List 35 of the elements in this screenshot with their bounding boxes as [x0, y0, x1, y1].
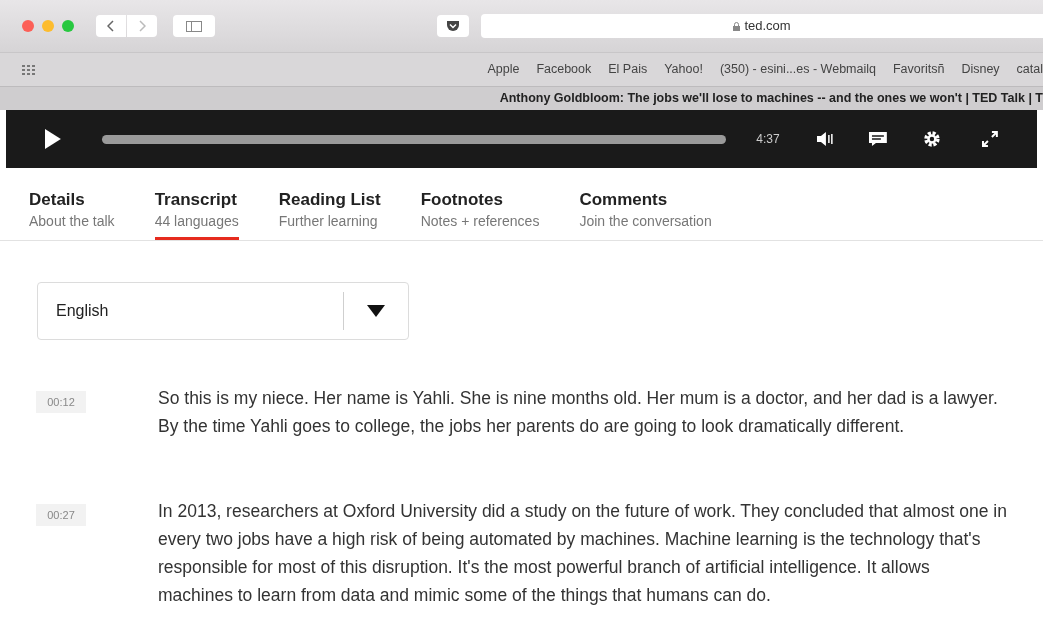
language-select[interactable]: English	[37, 282, 409, 340]
progress-track[interactable]	[101, 134, 727, 144]
grid-icon[interactable]	[22, 64, 36, 75]
bookmark-link[interactable]: El Pais	[608, 60, 648, 79]
bookmark-link[interactable]: Disney	[961, 60, 1000, 79]
bookmark-link[interactable]: (350) - esini...es - Webmailq	[719, 60, 876, 79]
section-tab[interactable]: Details About the talk	[29, 190, 115, 240]
dropdown-triangle-icon	[367, 305, 385, 317]
fullscreen-icon[interactable]	[981, 130, 999, 148]
bookmark-link[interactable]: Apple	[487, 60, 520, 79]
transcript-paragraph: So this is my niece. Her name is Yahli. She is nine months old. Her mum is a doctor, and her dad is a lawyer. By the time Yahli goes to college, the jobs her parents do are going to look dramatically different.	[158, 387, 999, 438]
volume-icon[interactable]	[815, 132, 836, 146]
bookmark-link[interactable]: Favoritsñ	[892, 60, 945, 79]
captions-icon[interactable]	[867, 131, 888, 147]
lock-icon	[733, 21, 741, 31]
settings-icon[interactable]	[923, 130, 942, 148]
sidebar-button[interactable]	[173, 15, 215, 37]
play-icon[interactable]	[44, 128, 62, 150]
section-tab[interactable]: Footnotes Notes + references	[420, 190, 540, 240]
address-field[interactable]: ted.com	[481, 14, 1043, 38]
page-tab-title[interactable]: Anthony Goldbloom: The jobs we'll lose to machines -- and the ones we won't | TED Talk | T	[499, 89, 1043, 108]
section-tab[interactable]: Comments Join the conversation	[579, 190, 712, 240]
section-tab[interactable]: Reading List Further learning	[278, 190, 381, 240]
chevron-right-icon	[138, 20, 146, 32]
video-time: 4:37	[756, 131, 780, 148]
bookmark-link[interactable]: catal	[1016, 60, 1043, 79]
section-tab[interactable]: Transcript 44 languages	[154, 190, 239, 240]
address-text: ted.com	[744, 17, 791, 36]
sidebar-icon	[186, 20, 202, 32]
chevron-left-icon	[107, 20, 115, 32]
pocket-icon	[446, 20, 460, 32]
bookmark-link[interactable]: Yahoo!	[664, 60, 703, 79]
transcript-paragraph: In 2013, researchers at Oxford University did a study on the future of work. They concluded that almost one in every two jobs have a high risk of being automated by machines. Machine learning is the technology that's responsible for most of this disruption. It's the most powerful branch of artificial intelligence. It allows machines to learn from data and mimic some of the things that humans can do.	[158, 500, 1008, 607]
pocket-button[interactable]	[437, 15, 469, 37]
bookmark-link[interactable]: Facebook	[536, 60, 592, 79]
